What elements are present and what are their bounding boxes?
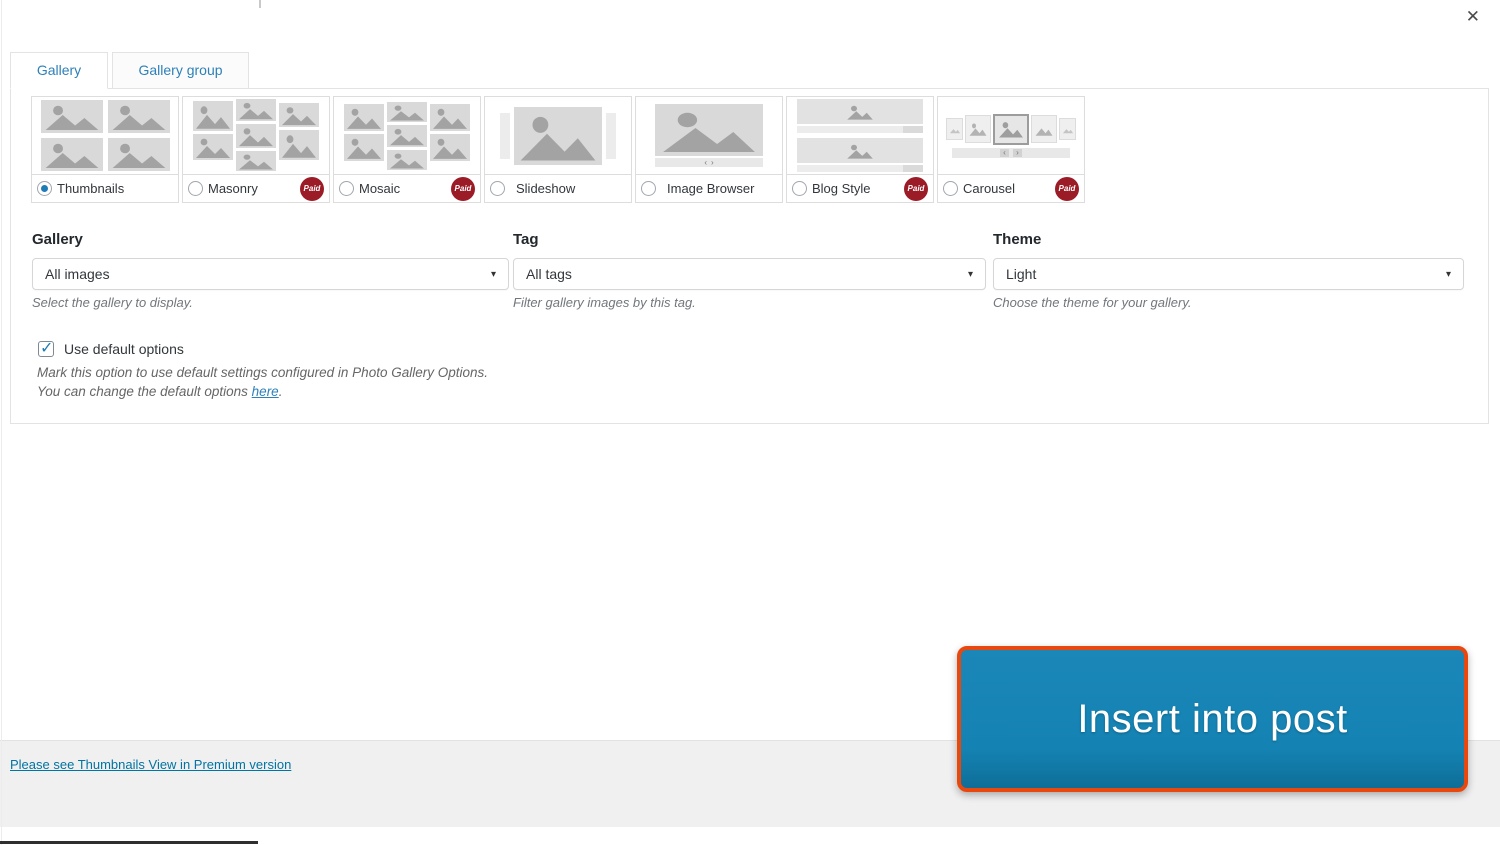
close-icon[interactable]: ✕ — [1466, 8, 1480, 25]
use-default-options-checkbox[interactable]: ✓ — [38, 340, 54, 357]
gallery-select-value: All images — [45, 266, 110, 282]
chevron-down-icon: ▾ — [967, 268, 973, 280]
view-option-blog-style[interactable]: Blog Style Paid — [786, 96, 934, 203]
view-label: Slideshow — [516, 181, 576, 196]
view-label: Mosaic — [359, 181, 401, 196]
view-option-slideshow[interactable]: Slideshow — [484, 96, 632, 203]
chevron-down-icon: ▾ — [1445, 268, 1451, 280]
tag-select[interactable]: All tags ▾ — [513, 258, 986, 290]
image-browser-preview-icon: ‹ › — [636, 97, 782, 175]
default-options-note-2: You can change the default options here. — [37, 384, 282, 399]
mosaic-preview-icon — [334, 97, 480, 175]
window-edge-artifact — [1, 0, 2, 845]
view-option-mosaic[interactable]: Mosaic Paid — [333, 96, 481, 203]
paid-badge: Paid — [1055, 176, 1079, 201]
view-label: Masonry — [208, 181, 258, 196]
chevron-down-icon: ▾ — [490, 268, 496, 280]
theme-select[interactable]: Light ▾ — [993, 258, 1464, 290]
theme-select-value: Light — [1006, 266, 1037, 282]
insert-into-post-button[interactable]: Insert into post — [957, 646, 1468, 792]
view-type-list: Thumbnails Masonry Paid Mosaic Paid Slid… — [31, 96, 1085, 203]
slideshow-preview-icon — [485, 97, 631, 175]
radio-carousel[interactable] — [943, 181, 958, 196]
tag-field-label: Tag — [513, 231, 539, 248]
radio-blog-style[interactable] — [792, 181, 807, 196]
thumbnails-preview-icon — [32, 97, 178, 175]
view-option-masonry[interactable]: Masonry Paid — [182, 96, 330, 203]
tag-field-help: Filter gallery images by this tag. — [513, 295, 696, 310]
radio-mosaic[interactable] — [339, 181, 354, 196]
paid-badge: Paid — [300, 176, 324, 201]
blog-style-preview-icon — [787, 97, 933, 175]
tab-bar: Gallery Gallery group — [10, 52, 249, 89]
gallery-field-label: Gallery — [32, 231, 83, 248]
view-label: Blog Style — [812, 181, 871, 196]
view-option-carousel[interactable]: ‹ › Carousel Paid — [937, 96, 1085, 203]
paid-badge: Paid — [451, 176, 475, 201]
default-options-note: Mark this option to use default settings… — [37, 365, 488, 380]
radio-image-browser[interactable] — [641, 181, 656, 196]
theme-field-help: Choose the theme for your gallery. — [993, 295, 1192, 310]
window-edge-artifact — [0, 841, 258, 844]
note-suffix: . — [278, 384, 283, 399]
tab-gallery[interactable]: Gallery — [10, 52, 108, 89]
insert-into-post-label: Insert into post — [1077, 696, 1348, 741]
view-label: Carousel — [963, 181, 1016, 196]
view-option-image-browser[interactable]: ‹ › Image Browser — [635, 96, 783, 203]
gallery-insert-dialog: ✕ Gallery Gallery group Thumbnails Mason… — [0, 0, 1500, 845]
radio-slideshow[interactable] — [490, 181, 505, 196]
theme-field: Theme Light ▾ Choose the theme for your … — [993, 231, 1464, 310]
gallery-field: Gallery All images ▾ Select the gallery … — [32, 231, 509, 310]
tag-field: Tag All tags ▾ Filter gallery images by … — [513, 231, 986, 310]
premium-version-link[interactable]: Please see Thumbnails View in Premium ve… — [10, 757, 291, 772]
gallery-select[interactable]: All images ▾ — [32, 258, 509, 290]
theme-field-label: Theme — [993, 231, 1042, 248]
carousel-preview-icon: ‹ › — [938, 97, 1084, 175]
paid-badge: Paid — [904, 176, 928, 201]
tab-gallery-group[interactable]: Gallery group — [112, 52, 249, 89]
radio-masonry[interactable] — [188, 181, 203, 196]
view-option-thumbnails[interactable]: Thumbnails — [31, 96, 179, 203]
gallery-settings-panel: Thumbnails Masonry Paid Mosaic Paid Slid… — [10, 88, 1489, 424]
gallery-field-help: Select the gallery to display. — [32, 295, 193, 310]
view-label: Image Browser — [667, 181, 755, 196]
view-label: Thumbnails — [57, 181, 125, 196]
check-icon: ✓ — [40, 340, 54, 357]
note-prefix: You can change the default options — [37, 384, 252, 399]
window-edge-artifact — [259, 0, 261, 8]
use-default-options-label: Use default options — [64, 341, 184, 357]
change-defaults-link[interactable]: here — [252, 384, 279, 399]
tag-select-value: All tags — [526, 266, 572, 282]
radio-thumbnails[interactable] — [37, 181, 52, 196]
masonry-preview-icon — [183, 97, 329, 175]
